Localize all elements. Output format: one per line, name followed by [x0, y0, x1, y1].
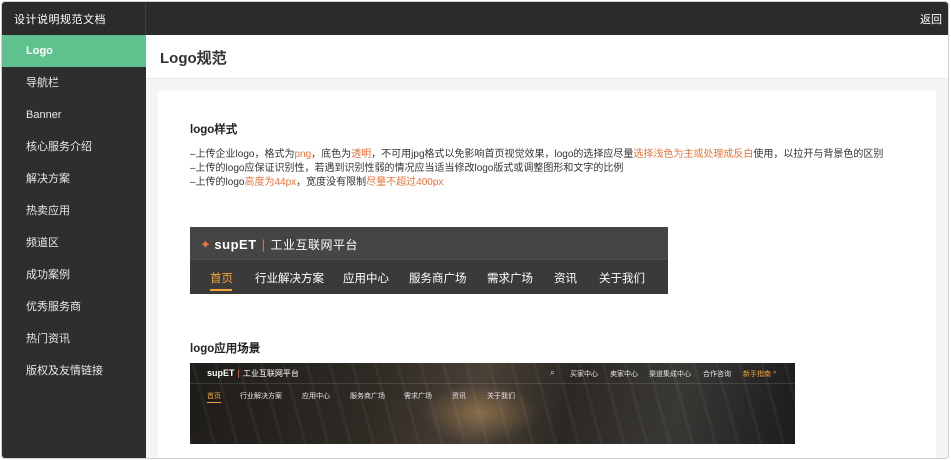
scene-header: supET | 工业互联网平台 ⌕ 买家中心 卖家中心 渠道集成中心 合作咨询 新手… — [190, 363, 795, 384]
brand-divider: | — [261, 237, 266, 252]
scene-link-guide-label: 新手指南 — [743, 371, 771, 378]
sidebar-item-logo[interactable]: Logo — [2, 35, 146, 67]
sidebar-item-solutions[interactable]: 解决方案 — [2, 163, 146, 195]
scene-brand-name: supET — [207, 368, 235, 378]
preview-menu-providers[interactable]: 服务商广场 — [409, 270, 467, 286]
sidebar-item-channels[interactable]: 频道区 — [2, 227, 146, 259]
rule-highlight: 选择浅色为主或处理成反白 — [633, 149, 754, 160]
preview-menu-demands[interactable]: 需求广场 — [487, 270, 533, 286]
brand-slogan: 工业互联网平台 — [270, 238, 359, 252]
main-content: Logo规范 logo样式 –上传企业logo，格式为png，底色为透明，不可用… — [146, 35, 948, 458]
scene-link-channel[interactable]: 渠道集成中心 — [649, 369, 691, 379]
back-button[interactable]: 返回 — [920, 11, 942, 27]
page-header: Logo规范 — [146, 35, 948, 79]
sidebar-item-hot-apps[interactable]: 热卖应用 — [2, 195, 146, 227]
scene-active-underline — [207, 402, 221, 403]
brand-name: supET — [214, 237, 257, 252]
content-card: logo样式 –上传企业logo，格式为png，底色为透明，不可用jpg格式以免… — [158, 91, 936, 458]
scene-link-guide[interactable]: 新手指南 ^ — [743, 369, 776, 379]
logo-rule-1: –上传企业logo，格式为png，底色为透明，不可用jpg格式以免影响首页视觉效… — [190, 145, 883, 160]
sidebar-item-providers[interactable]: 优秀服务商 — [2, 291, 146, 323]
rule-text: –上传的logo — [190, 177, 245, 188]
sidebar-item-hot-news[interactable]: 热门资讯 — [2, 323, 146, 355]
sidebar: Logo 导航栏 Banner 核心服务介绍 解决方案 热卖应用 频道区 成功案… — [2, 35, 146, 458]
logo-rule-2: –上传的logo应保证识别性，若遇到识别性弱的情况应当适当修改logo版式或调整… — [190, 159, 623, 174]
logo-preview: ✦ supET | 工业互联网平台 首页 行业解决方案 应用中心 服务商广场 需求广场… — [190, 227, 668, 294]
preview-menu: 首页 行业解决方案 应用中心 服务商广场 需求广场 资讯 关于我们 — [190, 260, 668, 294]
preview-menu-apps[interactable]: 应用中心 — [343, 270, 389, 286]
sidebar-item-navbar[interactable]: 导航栏 — [2, 67, 146, 99]
sidebar-item-copyright-links[interactable]: 版权及友情链接 — [2, 355, 146, 387]
preview-menu-about[interactable]: 关于我们 — [599, 270, 645, 286]
scene-menu-about[interactable]: 关于我们 — [487, 391, 515, 401]
scene-link-seller[interactable]: 卖家中心 — [610, 369, 638, 379]
preview-menu-news[interactable]: 资讯 — [554, 270, 577, 286]
scene-brand-logo: supET | 工业互联网平台 — [207, 368, 299, 379]
rule-highlight: 高度为44px — [244, 177, 297, 188]
scene-menu-demands[interactable]: 需求广场 — [404, 391, 432, 401]
logo-rule-3: –上传的logo高度为44px，宽度没有限制尽量不超过400px — [190, 173, 443, 188]
search-icon[interactable]: ⌕ — [550, 367, 555, 378]
sidebar-item-success-cases[interactable]: 成功案例 — [2, 259, 146, 291]
page-title: Logo规范 — [160, 50, 227, 67]
preview-menu-solutions[interactable]: 行业解决方案 — [255, 270, 324, 286]
sidebar-item-banner[interactable]: Banner — [2, 99, 146, 131]
chevron-up-icon: ^ — [772, 371, 777, 378]
scene-brand-divider: | — [237, 368, 240, 378]
preview-menu-home[interactable]: 首页 — [210, 270, 233, 286]
logo-style-title: logo样式 — [190, 124, 238, 136]
app-window: 设计说明规范文档 返回 Logo 导航栏 Banner 核心服务介绍 解决方案 … — [1, 1, 949, 459]
active-underline — [210, 289, 232, 291]
scene-link-buyer[interactable]: 买家中心 — [570, 369, 598, 379]
sidebar-item-core-services[interactable]: 核心服务介绍 — [2, 131, 146, 163]
top-bar: 设计说明规范文档 返回 — [2, 2, 948, 35]
scene-link-consult[interactable]: 合作咨询 — [703, 369, 731, 379]
scene-light — [420, 383, 540, 443]
rule-text: 使用，以拉开与背景色的区别 — [753, 149, 884, 160]
logo-scene-preview: supET | 工业互联网平台 ⌕ 买家中心 卖家中心 渠道集成中心 合作咨询 新手… — [190, 363, 795, 444]
brand-logo: ✦ supET | 工业互联网平台 — [200, 236, 358, 253]
scene-menu-providers[interactable]: 服务商广场 — [350, 391, 385, 401]
app-title: 设计说明规范文档 — [14, 14, 106, 26]
spark-icon: ✦ — [200, 237, 212, 252]
topbar-divider — [145, 2, 146, 35]
rule-highlight: 尽量不超过400px — [366, 177, 444, 188]
scene-brand-slogan: 工业互联网平台 — [242, 369, 299, 378]
scene-menu-apps[interactable]: 应用中心 — [302, 391, 330, 401]
scene-menu-solutions[interactable]: 行业解决方案 — [240, 391, 282, 401]
logo-scene-title: logo应用场景 — [190, 343, 261, 355]
scene-menu-news[interactable]: 资讯 — [452, 391, 466, 401]
scene-menu-home[interactable]: 首页 — [207, 391, 221, 401]
logo-preview-header: ✦ supET | 工业互联网平台 — [190, 227, 668, 260]
rule-text: ，宽度没有限制 — [296, 177, 367, 188]
